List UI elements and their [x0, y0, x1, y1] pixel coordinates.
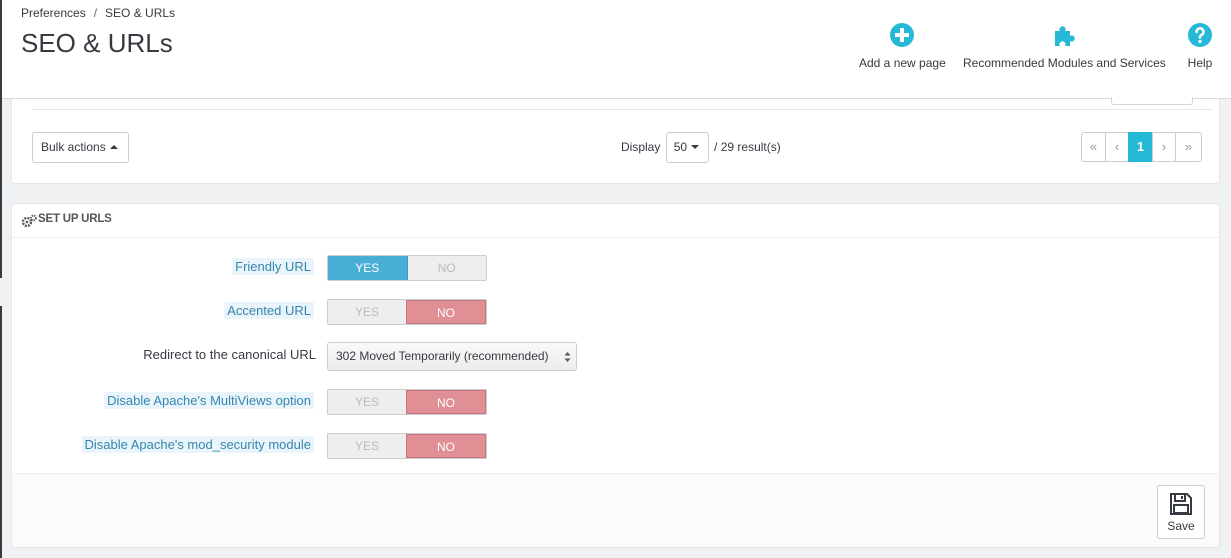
accented-url-label[interactable]: Accented URL — [224, 302, 314, 319]
canonical-redirect-label: Redirect to the canonical URL — [143, 347, 316, 362]
help-label: Help — [1187, 56, 1213, 70]
breadcrumb-separator: / — [93, 6, 98, 20]
panel-heading: SET UP URLS — [12, 204, 1219, 238]
bulk-actions-label: Bulk actions — [41, 140, 106, 154]
recommended-modules-button[interactable]: Recommended Modules and Services — [963, 22, 1166, 70]
display-control: Display 50 / 29 result(s) — [621, 132, 781, 163]
add-new-page-label: Add a new page — [859, 56, 946, 70]
friendly-url-row: Friendly URL YES NO — [12, 255, 1219, 281]
puzzle-icon — [1055, 26, 1076, 46]
prev-page-button[interactable]: ‹ — [1105, 132, 1129, 162]
bulk-actions-button[interactable]: Bulk actions — [32, 132, 129, 163]
canonical-redirect-row: Redirect to the canonical URL 302 Moved … — [12, 342, 1219, 371]
friendly-url-switch[interactable]: YES NO — [327, 255, 487, 281]
mod-security-label[interactable]: Disable Apache's mod_security module — [81, 436, 314, 453]
first-page-button[interactable]: « — [1081, 132, 1106, 162]
add-new-page-button[interactable]: Add a new page — [859, 22, 946, 70]
canonical-redirect-select[interactable]: 302 Moved Temporarily (recommended) — [327, 342, 577, 371]
mod-security-switch[interactable]: YES NO — [327, 433, 487, 459]
multiviews-yes[interactable]: YES — [328, 390, 406, 414]
multiviews-label[interactable]: Disable Apache's MultiViews option — [104, 392, 314, 409]
display-count-value: 50 — [673, 140, 688, 154]
caret-down-icon — [691, 145, 700, 149]
panel-title: SET UP URLS — [38, 213, 112, 225]
current-page-button[interactable]: 1 — [1128, 132, 1153, 162]
plus-circle-icon — [890, 23, 915, 47]
left-edge-lower — [0, 306, 2, 558]
canonical-redirect-value: 302 Moved Temporarily (recommended) — [336, 349, 549, 363]
mod-security-row: Disable Apache's mod_security module YES… — [12, 433, 1219, 459]
friendly-url-yes[interactable]: YES — [328, 256, 408, 280]
filter-button-stub[interactable] — [1111, 97, 1193, 105]
save-button[interactable]: Save — [1157, 485, 1205, 539]
accented-url-row: Accented URL YES NO — [12, 299, 1219, 325]
breadcrumb-item-current: SEO & URLs — [105, 6, 176, 20]
pagination: « ‹ 1 › » — [1081, 132, 1202, 162]
cogs-icon — [21, 214, 37, 228]
recommended-modules-label: Recommended Modules and Services — [963, 56, 1166, 70]
multiviews-switch[interactable]: YES NO — [327, 389, 487, 415]
display-count-select[interactable]: 50 — [665, 132, 709, 163]
mod-security-no[interactable]: NO — [406, 434, 486, 458]
help-button[interactable]: Help — [1187, 22, 1213, 70]
multiviews-no[interactable]: NO — [406, 390, 486, 414]
friendly-url-no[interactable]: NO — [407, 256, 486, 280]
multiviews-row: Disable Apache's MultiViews option YES N… — [12, 389, 1219, 415]
page: Preferences / SEO & URLs SEO & URLs Add a … — [0, 0, 1231, 558]
list-panel: Bulk actions Display 50 / 29 result(s) «… — [11, 97, 1220, 184]
display-label: Display — [621, 140, 661, 154]
page-header: Preferences / SEO & URLs SEO & URLs Add a … — [2, 0, 1231, 99]
divider — [32, 109, 1213, 110]
page-title: SEO & URLs — [21, 28, 173, 58]
friendly-url-label[interactable]: Friendly URL — [232, 258, 314, 275]
results-count: / 29 result(s) — [714, 140, 781, 154]
last-page-button[interactable]: » — [1175, 132, 1202, 162]
save-label: Save — [1167, 519, 1195, 533]
question-circle-icon — [1188, 23, 1212, 47]
save-icon — [1170, 493, 1192, 515]
setup-urls-panel: SET UP URLS Friendly URL YES NO Accented… — [11, 203, 1220, 548]
accented-url-switch[interactable]: YES NO — [327, 299, 487, 325]
mod-security-yes[interactable]: YES — [328, 434, 406, 458]
accented-url-no[interactable]: NO — [406, 300, 486, 324]
breadcrumb: Preferences / SEO & URLs — [21, 6, 175, 20]
select-arrows-icon — [564, 352, 571, 362]
next-page-button[interactable]: › — [1152, 132, 1176, 162]
caret-up-icon — [109, 145, 118, 149]
breadcrumb-item-preferences[interactable]: Preferences — [21, 6, 86, 20]
accented-url-yes[interactable]: YES — [328, 300, 406, 324]
panel-footer: Save — [12, 473, 1219, 547]
